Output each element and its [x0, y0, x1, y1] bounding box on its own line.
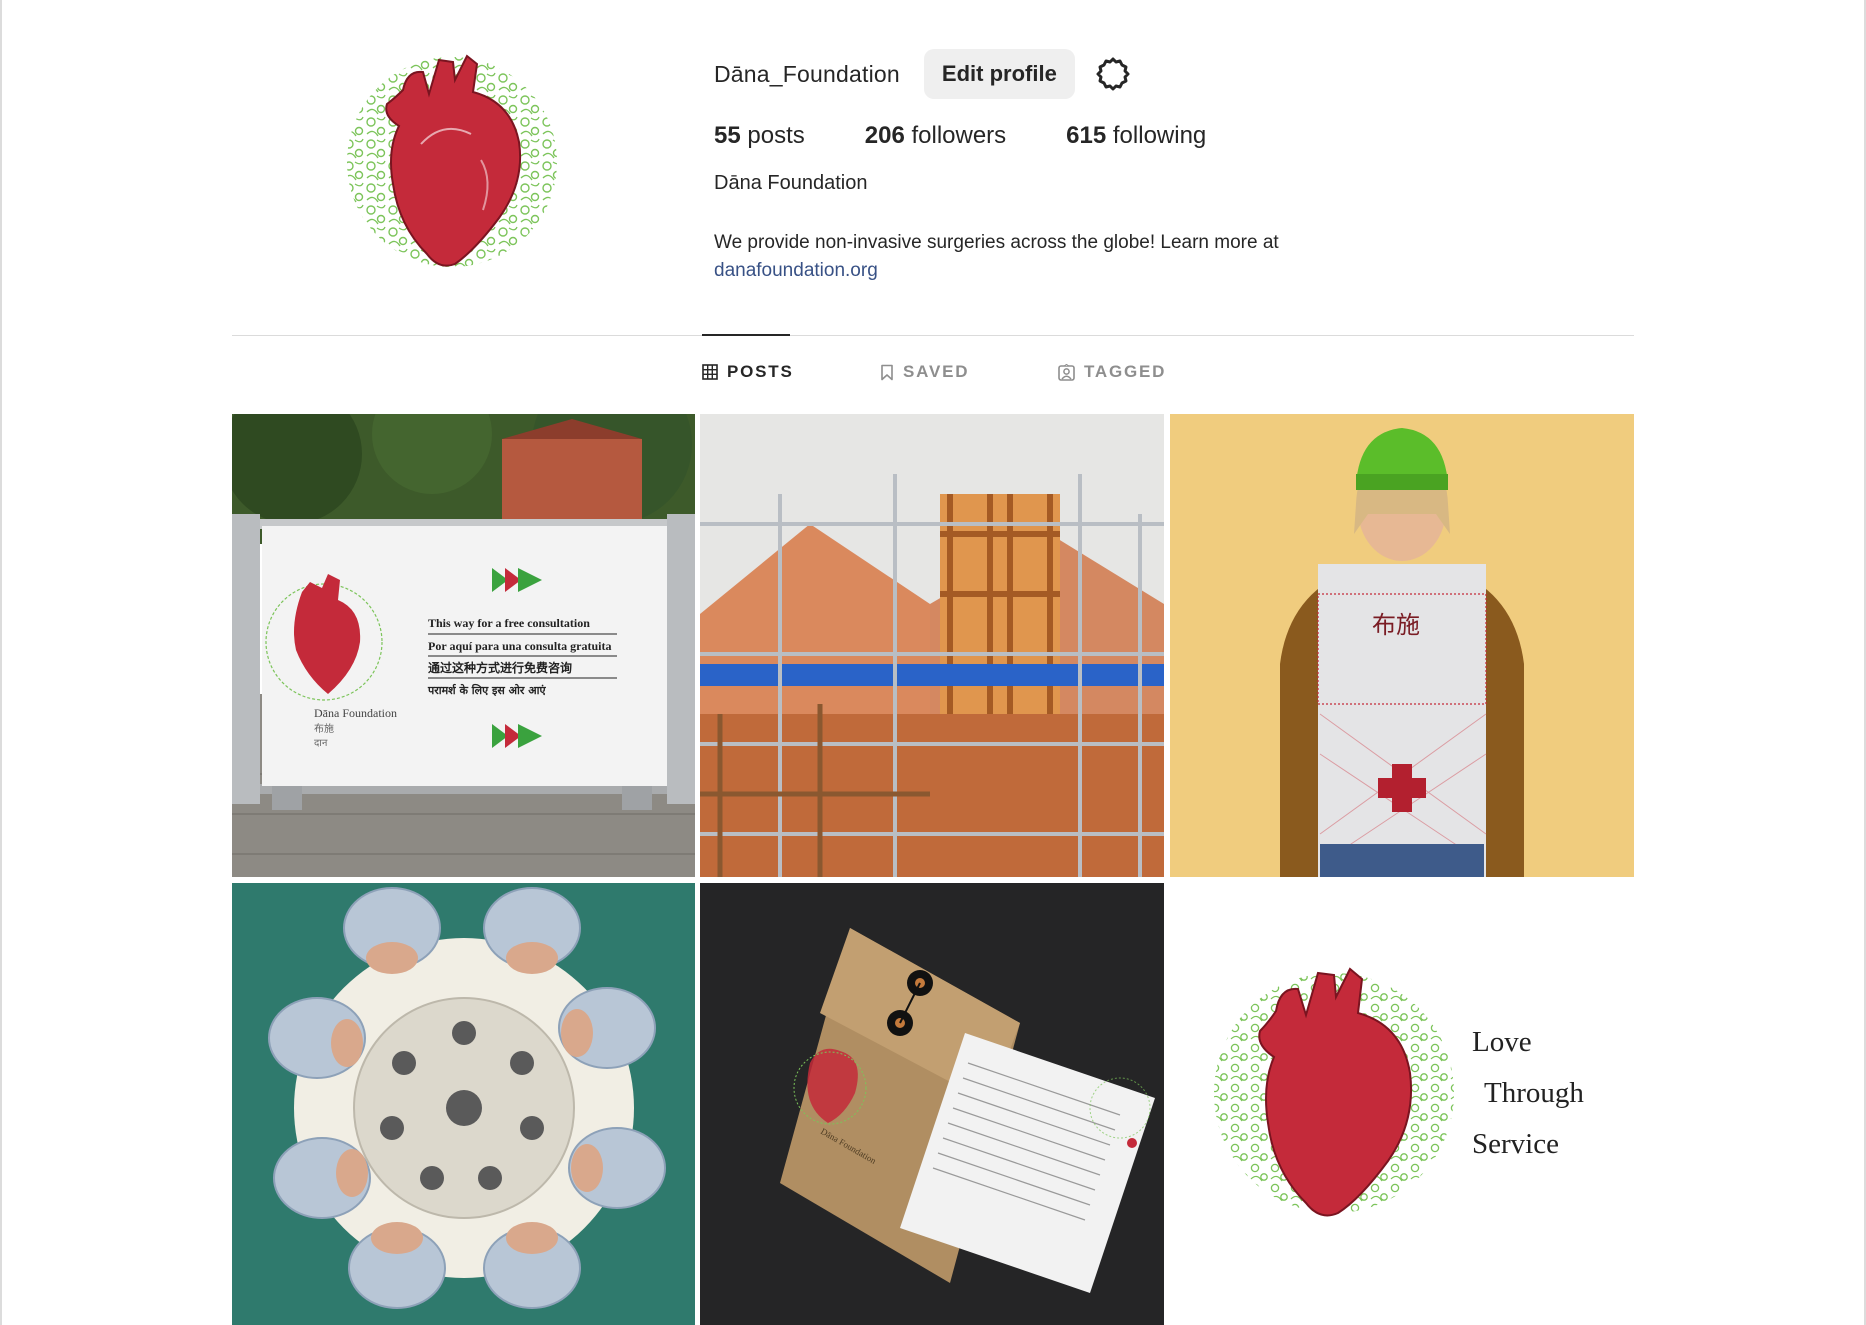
post-tile-surgeons[interactable] [232, 883, 695, 1325]
bio: We provide non-invasive surgeries across… [714, 229, 1414, 285]
bio-text: We provide non-invasive surgeries across… [714, 232, 1279, 253]
name-row: Dāna_Foundation Edit profile [714, 48, 1414, 100]
following-count: 615 [1066, 122, 1107, 149]
username: Dāna_Foundation [714, 60, 900, 87]
logo-line-3: Service [1472, 1128, 1559, 1160]
banner-cn: 布施 [314, 722, 334, 735]
banner-org: Dāna Foundation [314, 706, 397, 720]
profile-tabs: POSTS SAVED TAGGED [702, 362, 1166, 382]
profile-stats: 55 posts 206 followers 615 following [714, 122, 1414, 150]
tab-posts[interactable]: POSTS [702, 362, 880, 382]
post-tile-envelope[interactable]: Dāna Foundation [700, 883, 1164, 1325]
following-label: following [1112, 122, 1207, 149]
tab-tagged-label: TAGGED [1084, 362, 1167, 381]
hoodie-text: 布施 [1372, 611, 1420, 639]
full-name: Dāna Foundation [714, 172, 868, 194]
settings-gear-icon[interactable] [1095, 56, 1131, 92]
posts-label: posts [747, 122, 805, 149]
followers-label: followers [911, 122, 1007, 149]
posts-count: 55 [714, 122, 741, 149]
window-edge-left [0, 0, 2, 1325]
banner-line-3: 通过这种方式进行免费咨询 [428, 660, 572, 675]
banner-line-4: परामर्श के लिए इस ओर आएं [427, 683, 546, 697]
tab-posts-label: POSTS [727, 362, 794, 381]
logo-line-2: Through [1484, 1077, 1584, 1109]
following-stat[interactable]: 615 following [1066, 122, 1206, 150]
post-tile-logo[interactable]: Love Through Service [1170, 883, 1634, 1325]
followers-stat[interactable]: 206 followers [865, 122, 1006, 150]
post-tile-scaffolding[interactable] [700, 414, 1164, 877]
tab-saved[interactable]: SAVED [880, 362, 1058, 382]
post-tile-hoodie[interactable]: 布施 [1170, 414, 1634, 877]
tab-tagged[interactable]: TAGGED [1058, 362, 1166, 382]
edit-profile-button[interactable]: Edit profile [923, 49, 1075, 99]
tab-saved-label: SAVED [903, 362, 970, 381]
followers-count: 206 [864, 122, 905, 149]
banner-hi: दान [314, 738, 328, 749]
profile-avatar[interactable] [343, 50, 561, 272]
tabs-divider [232, 335, 1634, 336]
grid-icon [702, 364, 718, 380]
bookmark-icon [881, 364, 893, 380]
post-tile-banner[interactable]: This way for a free consultation Por aqu… [232, 414, 695, 877]
banner-line-1: This way for a free consultation [428, 616, 590, 630]
logo-line-1: Love [1472, 1026, 1532, 1058]
banner-line-2: Por aquí para una consulta gratuita [428, 639, 611, 653]
tagged-user-icon [1058, 363, 1075, 381]
bio-website-link[interactable]: danafoundation.org [714, 260, 878, 281]
active-tab-indicator [702, 334, 790, 336]
profile-info: Dāna_Foundation Edit profile 55 posts 20… [714, 48, 1414, 285]
posts-stat[interactable]: 55 posts [714, 122, 805, 150]
